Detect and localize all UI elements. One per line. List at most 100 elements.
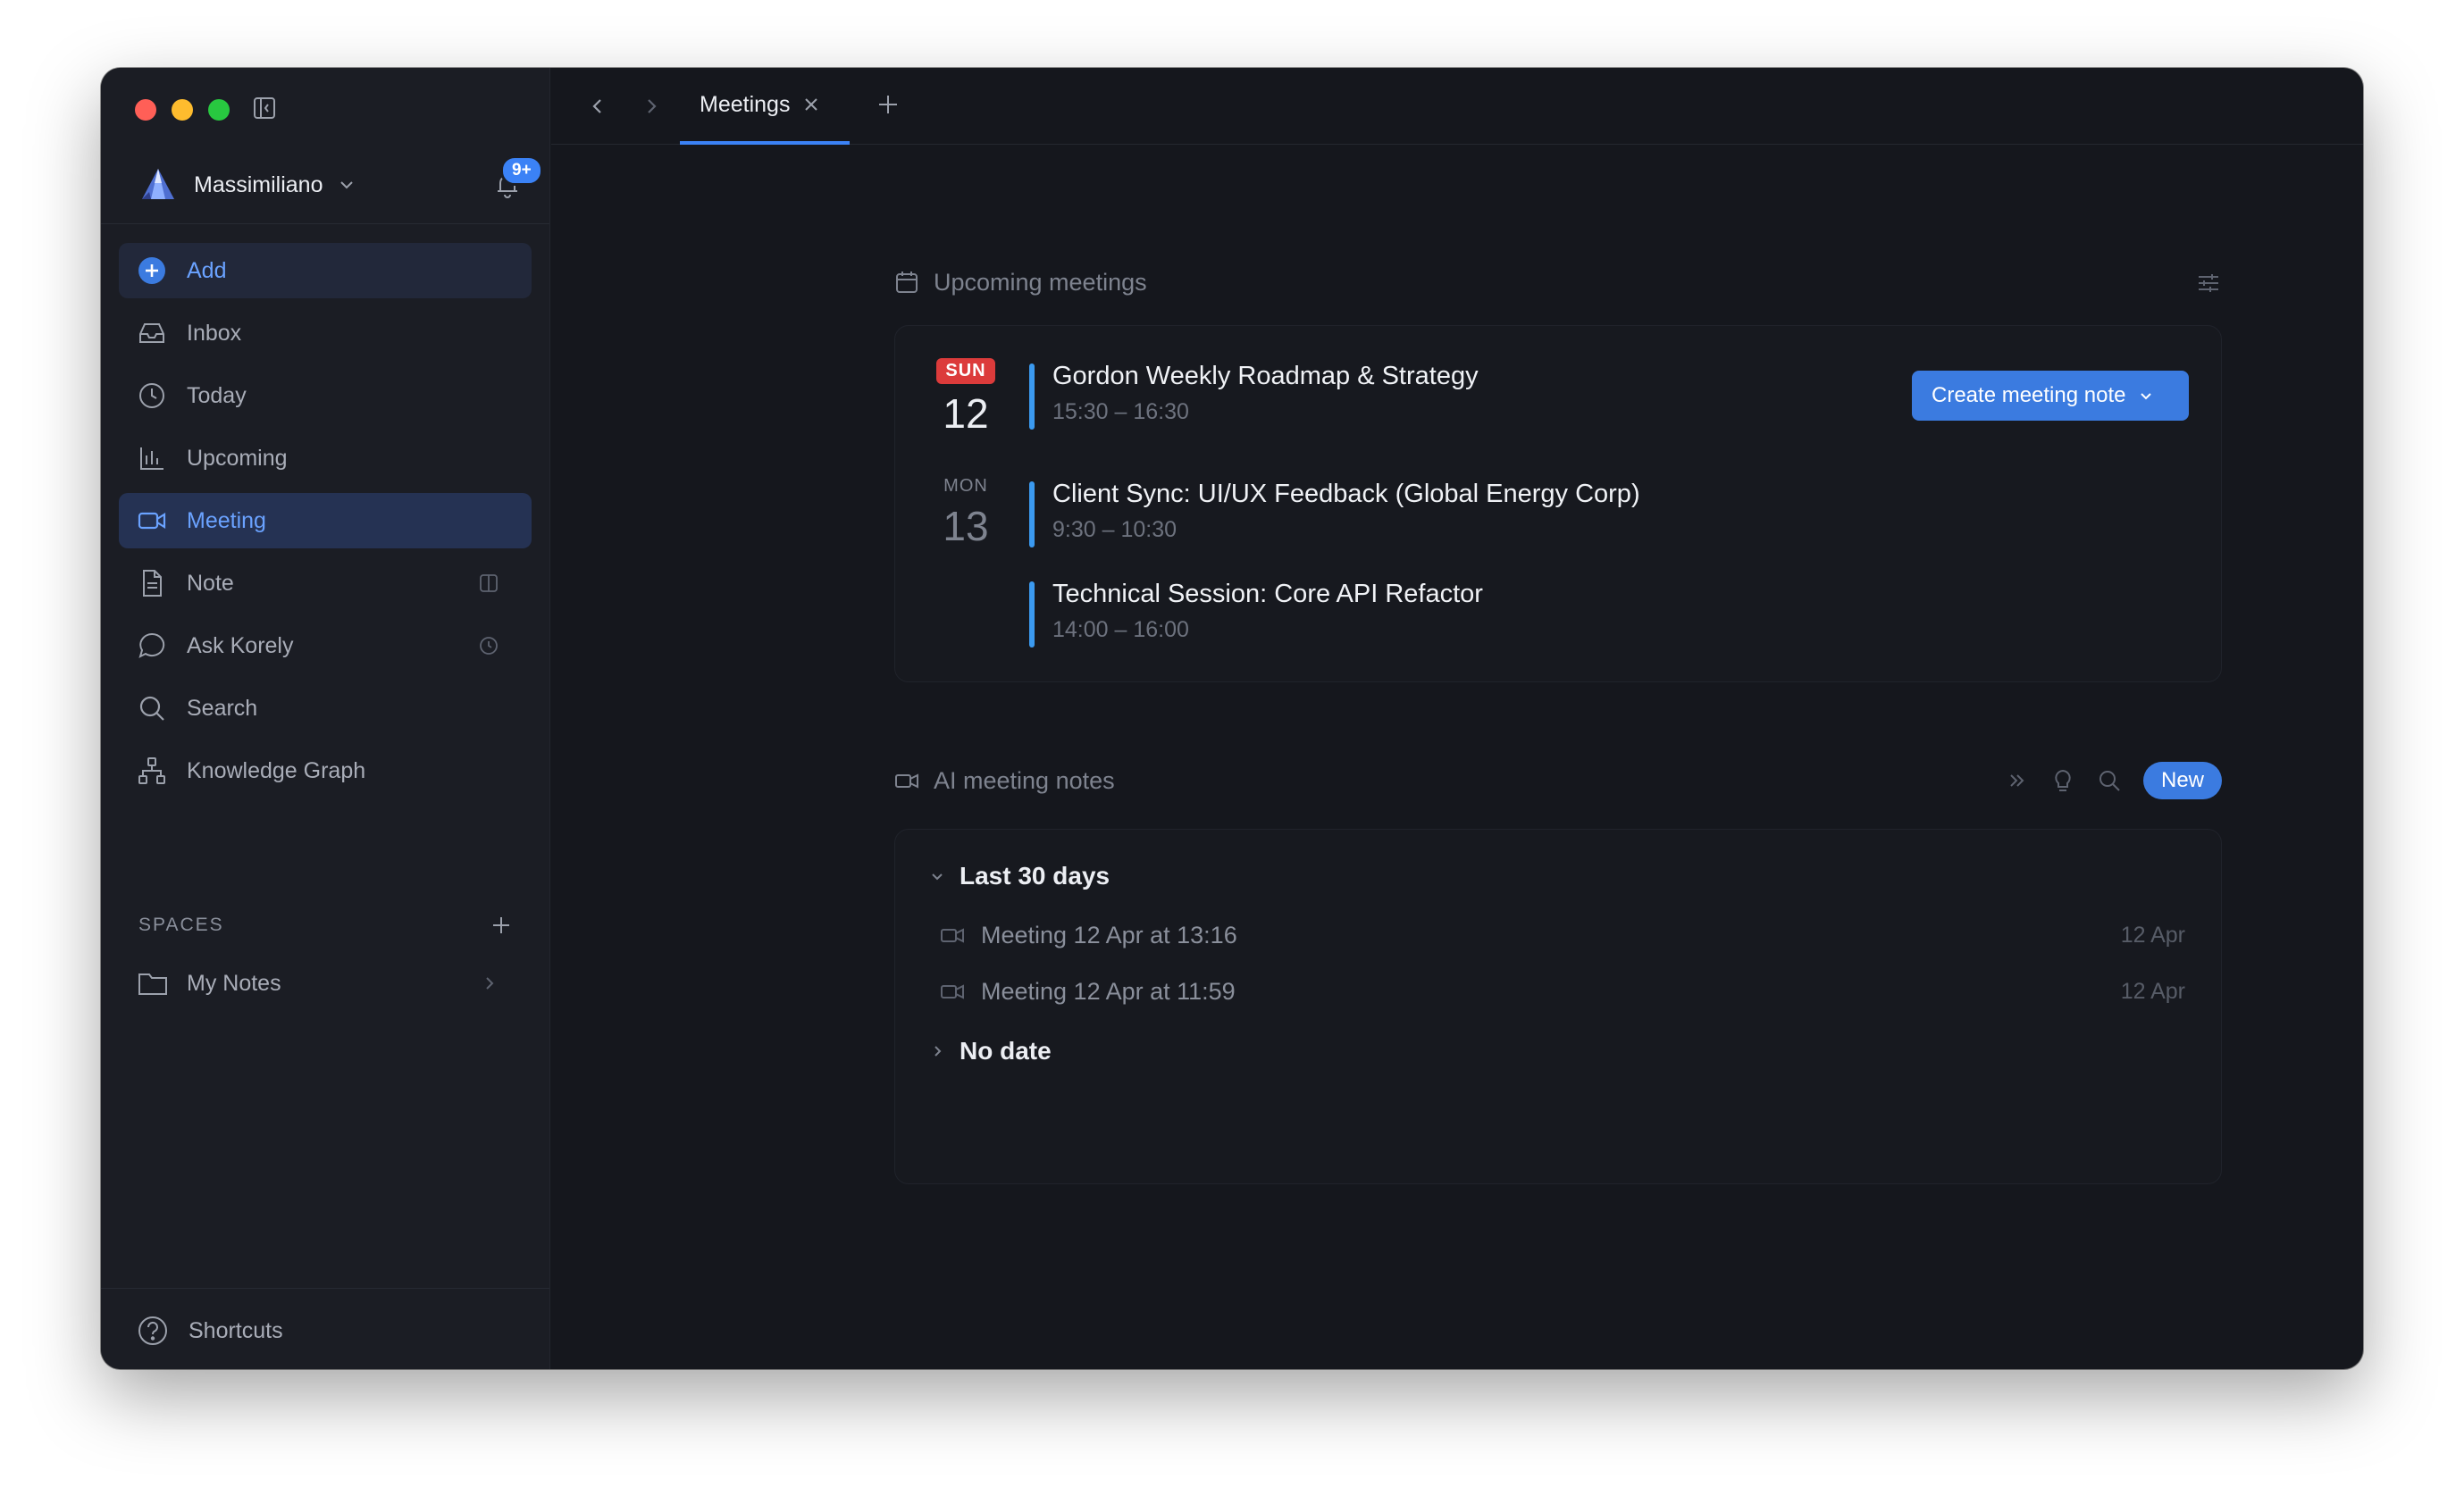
event-color-bar [1029, 581, 1035, 648]
upcoming-meetings-header: Upcoming meetings [894, 263, 2222, 302]
lightbulb-icon[interactable] [2050, 768, 2075, 793]
event-time: 9:30 – 10:30 [1052, 517, 1178, 542]
sidebar-item-label: Knowledge Graph [187, 757, 366, 783]
account-switcher[interactable]: Massimiliano [138, 163, 356, 207]
forward-icon[interactable] [639, 94, 664, 119]
list-item[interactable]: Meeting 12 Apr at 13:16 12 Apr [940, 915, 2185, 955]
group-header-no-date[interactable]: No date [929, 1033, 1052, 1069]
maximize-window-button[interactable] [208, 99, 230, 121]
document-icon [137, 568, 167, 598]
upcoming-meetings-card: SUN 12 MON 13 Gordon Weekly Roadmap & St… [894, 325, 2222, 682]
search-icon [137, 693, 167, 723]
clock-icon [137, 380, 167, 411]
space-item-label: My Notes [187, 970, 281, 996]
shortcuts-label: Shortcuts [189, 1317, 283, 1343]
help-circle-icon [138, 1316, 167, 1345]
sidebar-item-ask-korely[interactable]: Ask Korely [119, 618, 532, 673]
group-header-last-30-days[interactable]: Last 30 days [929, 858, 1110, 894]
spaces-title: SPACES [138, 915, 224, 935]
create-meeting-note-button[interactable]: Create meeting note [1912, 371, 2189, 421]
sidebar-item-knowledge-graph[interactable]: Knowledge Graph [119, 743, 532, 798]
sidebar-item-search[interactable]: Search [119, 681, 532, 736]
close-icon[interactable] [802, 96, 820, 113]
back-icon[interactable] [585, 94, 610, 119]
window-controls [135, 99, 230, 121]
event-color-bar [1029, 481, 1035, 547]
event-color-bar [1029, 363, 1035, 430]
minimize-window-button[interactable] [172, 99, 193, 121]
account-name: Massimiliano [194, 171, 323, 197]
event-title: Gordon Weekly Roadmap & Strategy [1052, 362, 1479, 390]
event-time: 15:30 – 16:30 [1052, 399, 1189, 424]
sidebar-item-upcoming[interactable]: Upcoming [119, 430, 532, 486]
chevron-down-icon [2141, 393, 2152, 400]
sidebar-toggle-icon[interactable] [253, 96, 276, 120]
double-chevron-right-icon[interactable] [2004, 768, 2029, 793]
group-label: No date [960, 1037, 1052, 1065]
sidebar-nav: Add Inbox Today Upcoming Meeting Note As… [119, 243, 532, 806]
sidebar-item-label: Upcoming [187, 445, 288, 471]
sidebar-item-label: Meeting [187, 507, 266, 533]
group-label: Last 30 days [960, 862, 1110, 890]
section-title: AI meeting notes [934, 766, 1115, 794]
date-sunday: SUN 12 [933, 358, 999, 438]
inbox-icon [137, 318, 167, 348]
sidebar-item-meeting[interactable]: Meeting [119, 493, 532, 548]
divider [101, 1288, 549, 1289]
bar-chart-icon [137, 443, 167, 473]
chevron-down-icon [340, 181, 354, 189]
ai-notes-actions: New [2004, 761, 2222, 800]
note-date: 12 Apr [2120, 922, 2185, 948]
video-camera-icon [895, 773, 918, 789]
day-of-week-badge: SUN [936, 358, 995, 384]
list-item[interactable]: Meeting 12 Apr at 11:59 12 Apr [940, 972, 2185, 1011]
video-camera-icon [137, 506, 167, 536]
day-number: 13 [943, 503, 989, 549]
avatar [142, 169, 174, 199]
sliders-icon[interactable] [2195, 270, 2222, 297]
event-time: 14:00 – 16:00 [1052, 617, 1189, 642]
video-camera-icon [941, 984, 964, 999]
calendar-icon [896, 272, 918, 293]
sidebar-item-label: Ask Korely [187, 632, 294, 658]
plus-circle-icon [137, 255, 167, 286]
note-title: Meeting 12 Apr at 13:16 [981, 921, 1237, 948]
date-monday: MON 13 [933, 476, 999, 550]
app-window: Massimiliano 9+ Add Inbox Today Upcoming… [101, 68, 2363, 1369]
history-icon[interactable] [478, 635, 499, 656]
close-window-button[interactable] [135, 99, 156, 121]
sidebar-item-note[interactable]: Note [119, 556, 532, 611]
new-note-button[interactable]: New [2142, 762, 2222, 799]
add-space-icon[interactable] [489, 913, 514, 938]
sidebar-item-label: Add [187, 257, 227, 283]
sidebar-item-label: Note [187, 570, 234, 596]
chevron-right-icon [934, 1046, 942, 1057]
tab-bar: Meetings [551, 68, 2363, 145]
chevron-right-icon[interactable] [480, 973, 499, 993]
ai-meeting-notes-card: Last 30 days Meeting 12 Apr at 13:16 12 … [894, 829, 2222, 1184]
sidebar-item-label: Today [187, 382, 247, 408]
chat-bubble-icon [137, 631, 167, 661]
new-tab-icon[interactable] [875, 91, 901, 118]
divider [101, 223, 549, 224]
sidebar-item-today[interactable]: Today [119, 368, 532, 423]
search-icon[interactable] [2097, 768, 2122, 793]
split-view-icon[interactable] [478, 572, 499, 594]
tab-meetings[interactable]: Meetings [680, 68, 850, 145]
event-title: Client Sync: UI/UX Feedback (Global Ener… [1052, 480, 1640, 508]
video-camera-icon [941, 928, 964, 943]
sidebar-item-label: Search [187, 695, 258, 721]
event-title: Technical Session: Core API Refactor [1052, 580, 1483, 608]
day-number: 12 [943, 390, 989, 437]
spaces-header: SPACES [138, 907, 514, 943]
chevron-down-icon [932, 873, 943, 881]
sidebar-item-add[interactable]: Add [119, 243, 532, 298]
space-item-my-notes[interactable]: My Notes [119, 956, 532, 1011]
notification-badge: 9+ [500, 155, 543, 186]
sidebar-item-inbox[interactable]: Inbox [119, 305, 532, 361]
note-title: Meeting 12 Apr at 11:59 [981, 977, 1236, 1005]
folder-icon [138, 973, 167, 995]
ai-meeting-notes-header: AI meeting notes New [894, 761, 2222, 800]
sidebar: Massimiliano 9+ Add Inbox Today Upcoming… [101, 68, 550, 1369]
shortcuts-button[interactable]: Shortcuts [137, 1315, 283, 1347]
